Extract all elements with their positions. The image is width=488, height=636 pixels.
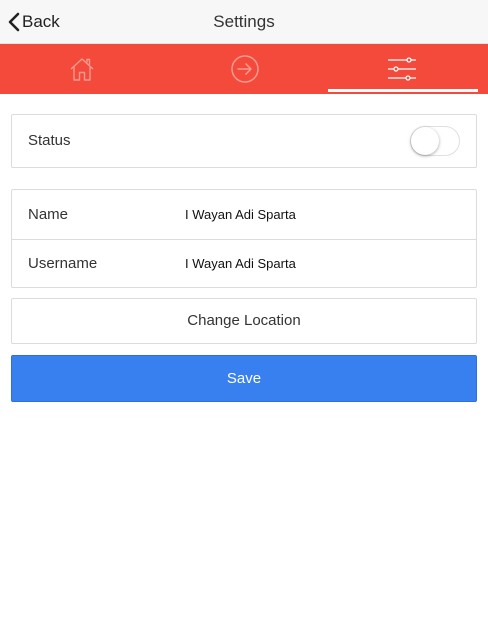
status-toggle[interactable] [410,126,460,156]
tab-settings[interactable] [326,44,478,94]
back-button[interactable]: Back [8,0,60,44]
name-label: Name [28,206,69,223]
profile-card: Name I Wayan Adi Sparta Username I Wayan… [11,189,477,288]
name-row: Name I Wayan Adi Sparta [12,190,476,240]
tab-home[interactable] [0,44,163,94]
navigation-bar: Back Settings [0,0,488,44]
save-button[interactable]: Save [11,355,477,402]
tab-bar [0,44,488,94]
page-title: Settings [213,12,275,31]
back-label: Back [22,12,60,31]
active-tab-indicator [328,89,478,92]
username-value: I Wayan Adi Sparta [185,256,296,271]
chevron-left-icon [8,12,20,32]
name-value: I Wayan Adi Sparta [185,207,296,222]
username-row: Username I Wayan Adi Sparta [12,239,476,288]
status-card: Status [11,114,477,168]
home-icon [70,58,93,81]
username-label: Username [28,255,98,272]
sign-in-icon [230,55,259,83]
sliders-icon [388,57,416,81]
status-label: Status [28,132,71,149]
tab-login[interactable] [163,44,326,94]
change-location-button[interactable]: Change Location [11,298,477,344]
toggle-knob [411,127,439,155]
